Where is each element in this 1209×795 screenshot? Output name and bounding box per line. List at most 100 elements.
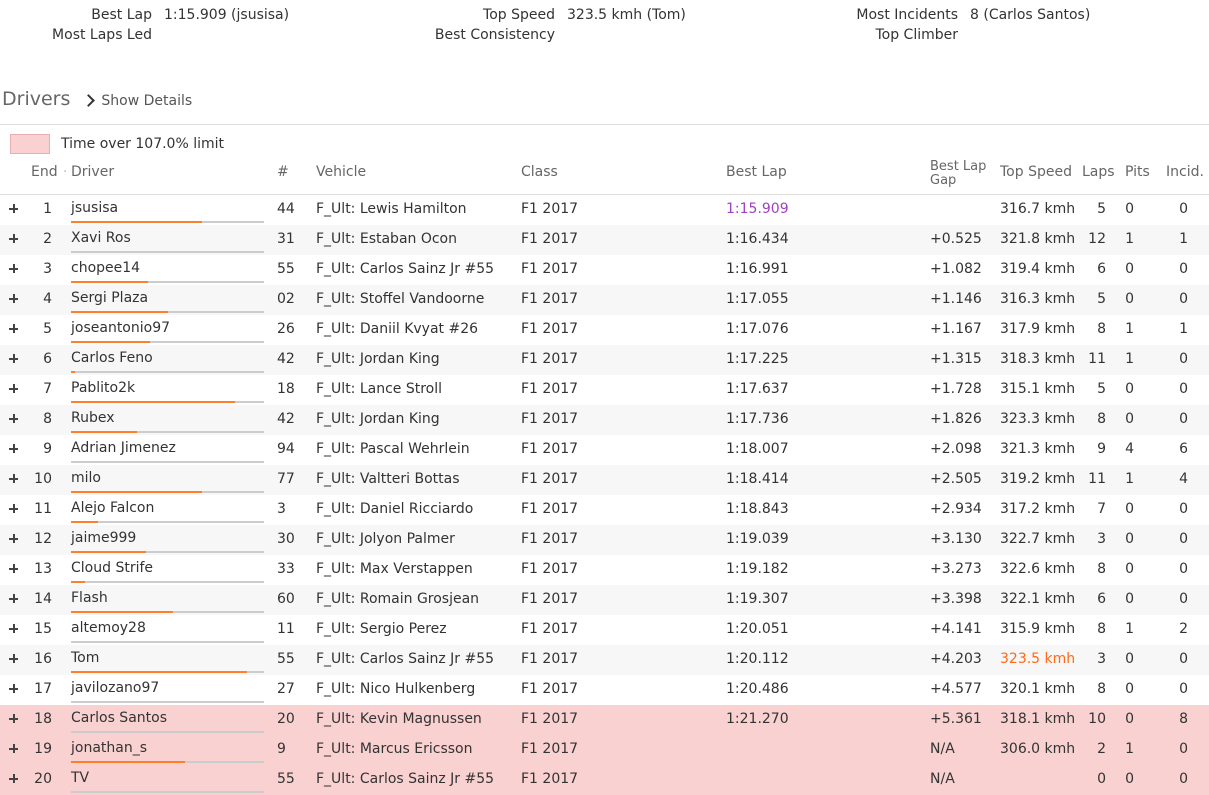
- cell-driver[interactable]: Flash: [71, 590, 264, 613]
- cell-best-lap-gap: +1.826: [930, 411, 982, 427]
- expand-plus-icon[interactable]: [9, 444, 18, 453]
- expand-plus-icon[interactable]: [9, 504, 18, 513]
- expand-plus-icon[interactable]: [9, 564, 18, 573]
- driver-name[interactable]: chopee14: [71, 260, 264, 276]
- cell-driver[interactable]: chopee14: [71, 260, 264, 283]
- col-laps[interactable]: Laps: [1082, 164, 1115, 180]
- driver-name[interactable]: Tom: [71, 650, 264, 666]
- expand-plus-icon[interactable]: [9, 474, 18, 483]
- driver-name[interactable]: jonathan_s: [71, 740, 264, 756]
- cell-top-speed: 316.7 kmh: [1000, 201, 1076, 217]
- driver-name[interactable]: Carlos Santos: [71, 710, 264, 726]
- stat-label: Most Laps Led: [52, 27, 152, 43]
- driver-name[interactable]: jsusisa: [71, 200, 264, 216]
- expand-plus-icon[interactable]: [9, 624, 18, 633]
- cell-driver[interactable]: jonathan_s: [71, 740, 264, 763]
- show-details-toggle[interactable]: Show Details: [82, 93, 192, 109]
- driver-name[interactable]: Flash: [71, 590, 264, 606]
- cell-pits: 0: [1125, 531, 1134, 547]
- cell-driver[interactable]: altemoy28: [71, 620, 264, 643]
- cell-driver[interactable]: Rubex: [71, 410, 264, 433]
- expand-plus-icon[interactable]: [9, 264, 18, 273]
- col-end[interactable]: End: [31, 164, 58, 180]
- cell-top-speed: 318.3 kmh: [1000, 351, 1076, 367]
- col-class[interactable]: Class: [521, 164, 558, 180]
- col-number[interactable]: #: [277, 164, 289, 180]
- progress-track: [71, 401, 264, 403]
- driver-name[interactable]: Alejo Falcon: [71, 500, 264, 516]
- cell-driver[interactable]: Xavi Ros: [71, 230, 264, 253]
- driver-name[interactable]: Pablito2k: [71, 380, 264, 396]
- cell-vehicle: F_Ult: Jolyon Palmer: [316, 531, 455, 547]
- driver-name[interactable]: Carlos Feno: [71, 350, 264, 366]
- cell-laps: 11: [1088, 471, 1106, 487]
- cell-laps: 5: [1097, 381, 1106, 397]
- cell-driver[interactable]: joseantonio97: [71, 320, 264, 343]
- cell-driver[interactable]: Tom: [71, 650, 264, 673]
- expand-plus-icon[interactable]: [9, 714, 18, 723]
- driver-name[interactable]: Xavi Ros: [71, 230, 264, 246]
- col-incidents[interactable]: Incid.: [1166, 164, 1204, 180]
- col-vehicle[interactable]: Vehicle: [316, 164, 366, 180]
- col-pits[interactable]: Pits: [1125, 164, 1150, 180]
- driver-name[interactable]: Rubex: [71, 410, 264, 426]
- driver-name[interactable]: TV: [71, 770, 264, 786]
- expand-plus-icon[interactable]: [9, 234, 18, 243]
- cell-driver[interactable]: TV: [71, 770, 264, 793]
- cell-laps: 5: [1097, 291, 1106, 307]
- stat-value: [152, 25, 164, 45]
- driver-name[interactable]: joseantonio97: [71, 320, 264, 336]
- driver-name[interactable]: Sergi Plaza: [71, 290, 264, 306]
- expand-plus-icon[interactable]: [9, 594, 18, 603]
- expand-plus-icon[interactable]: [9, 294, 18, 303]
- col-driver[interactable]: Driver: [71, 164, 114, 180]
- expand-plus-icon[interactable]: [9, 324, 18, 333]
- cell-driver[interactable]: jaime999: [71, 530, 264, 553]
- expand-plus-icon[interactable]: [9, 684, 18, 693]
- expand-plus-icon[interactable]: [9, 354, 18, 363]
- cell-driver[interactable]: jsusisa: [71, 200, 264, 223]
- cell-incidents: 0: [1179, 291, 1188, 307]
- table-row: 6 Carlos Feno 42 F_Ult: Jordan King F1 2017 1…: [0, 345, 1209, 375]
- expand-plus-icon[interactable]: [9, 774, 18, 783]
- cell-driver[interactable]: Adrian Jimenez: [71, 440, 264, 463]
- cell-best-lap: 1:21.270: [726, 711, 789, 727]
- col-best-lap-gap[interactable]: Best Lap Gap: [930, 160, 986, 188]
- expand-plus-icon[interactable]: [9, 384, 18, 393]
- driver-name[interactable]: Adrian Jimenez: [71, 440, 264, 456]
- expand-plus-icon[interactable]: [9, 654, 18, 663]
- cell-driver[interactable]: Cloud Strife: [71, 560, 264, 583]
- driver-name[interactable]: milo: [71, 470, 264, 486]
- cell-incidents: 0: [1179, 501, 1188, 517]
- driver-name[interactable]: altemoy28: [71, 620, 264, 636]
- cell-driver[interactable]: Sergi Plaza: [71, 290, 264, 313]
- cell-best-lap-gap: +4.203: [930, 651, 982, 667]
- driver-name[interactable]: Cloud Strife: [71, 560, 264, 576]
- cell-end-position: 2: [43, 231, 52, 247]
- cell-driver[interactable]: Pablito2k: [71, 380, 264, 403]
- cell-incidents: 1: [1179, 321, 1188, 337]
- cell-incidents: 0: [1179, 681, 1188, 697]
- cell-driver[interactable]: milo: [71, 470, 264, 493]
- cell-driver[interactable]: Carlos Feno: [71, 350, 264, 373]
- cell-best-lap-gap: +3.273: [930, 561, 982, 577]
- expand-plus-icon[interactable]: [9, 414, 18, 423]
- cell-driver[interactable]: Alejo Falcon: [71, 500, 264, 523]
- cell-number: 60: [277, 591, 295, 607]
- stat-label: Top Speed: [483, 7, 555, 23]
- progress-track: [71, 461, 264, 463]
- cell-driver[interactable]: javilozano97: [71, 680, 264, 703]
- expand-plus-icon[interactable]: [9, 204, 18, 213]
- progress-track: [71, 251, 264, 253]
- col-best-lap[interactable]: Best Lap: [726, 164, 787, 180]
- table-row: 19 jonathan_s 9 F_Ult: Marcus Ericsson F1 20…: [0, 735, 1209, 765]
- driver-name[interactable]: jaime999: [71, 530, 264, 546]
- cell-driver[interactable]: Carlos Santos: [71, 710, 264, 733]
- expand-plus-icon[interactable]: [9, 744, 18, 753]
- cell-class: F1 2017: [521, 201, 579, 217]
- expand-plus-icon[interactable]: [9, 534, 18, 543]
- cell-best-lap: 1:17.637: [726, 381, 789, 397]
- cell-laps: 3: [1097, 651, 1106, 667]
- driver-name[interactable]: javilozano97: [71, 680, 264, 696]
- col-top-speed[interactable]: Top Speed: [1000, 164, 1072, 180]
